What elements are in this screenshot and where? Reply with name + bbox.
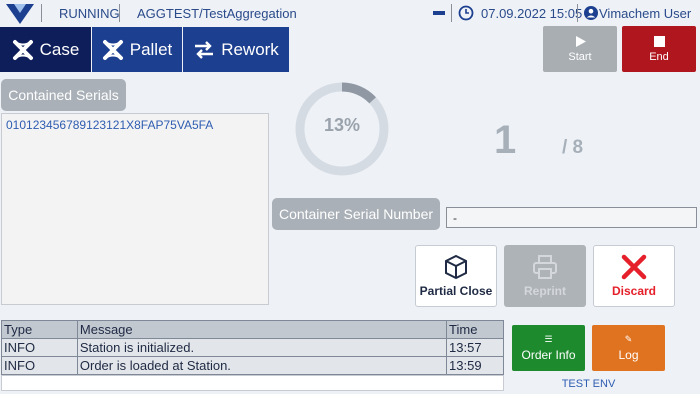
minimize-icon[interactable] — [433, 11, 445, 15]
close-icon — [621, 254, 647, 280]
swap-arrows-icon — [195, 40, 214, 59]
order-info-label: Order Info — [521, 348, 576, 362]
printer-icon — [533, 255, 557, 279]
item-total: / 8 — [562, 137, 584, 158]
order-info-button[interactable]: ☰ Order Info — [512, 325, 585, 371]
date-time: 07.09.2022 15:05 — [481, 6, 583, 21]
play-icon — [575, 35, 586, 47]
header-divider — [451, 4, 452, 22]
table-row[interactable]: INFO Station is initialized. 13:57 — [1, 338, 504, 357]
tab-rework-label: Rework — [221, 39, 279, 59]
column-header-time[interactable]: Time — [446, 320, 504, 339]
end-button[interactable]: End — [622, 26, 696, 72]
header-divider — [577, 4, 578, 22]
cell-message: Station is initialized. — [76, 338, 448, 357]
project-name: AGGTEST/TestAggregation — [137, 6, 297, 21]
table-header-row: Type Message Time — [1, 320, 504, 339]
stop-icon — [653, 35, 665, 47]
header-divider — [119, 4, 120, 22]
start-label: Start — [568, 50, 592, 63]
tab-rework[interactable]: Rework — [183, 27, 289, 72]
header-divider — [41, 4, 42, 22]
log-label: Log — [618, 348, 639, 362]
cell-message: Order is loaded at Station. — [76, 356, 448, 375]
cell-type: INFO — [1, 338, 78, 357]
discard-button[interactable]: Discard — [593, 245, 675, 307]
serials-list[interactable]: 010123456789123121X8FAP75VA5FA — [1, 113, 269, 305]
environment-label: TEST ENV — [561, 378, 616, 390]
tab-case[interactable]: Case — [0, 27, 91, 72]
progress-percent: 13% — [323, 115, 361, 135]
start-button[interactable]: Start — [543, 26, 617, 72]
tab-pallet[interactable]: Pallet — [92, 27, 182, 72]
contained-serials-title: Contained Serials — [1, 79, 126, 111]
reprint-label: Reprint — [524, 284, 566, 298]
station-status: RUNNING — [59, 6, 120, 21]
reprint-button[interactable]: Reprint — [504, 245, 586, 307]
end-label: End — [649, 50, 669, 63]
log-table: Type Message Time INFO Station is initia… — [1, 320, 504, 375]
partial-close-button[interactable]: Partial Close — [415, 245, 497, 307]
pallet-icon — [102, 39, 123, 60]
app-logo — [6, 4, 34, 24]
partial-close-label: Partial Close — [419, 284, 493, 298]
user-icon — [584, 6, 598, 20]
column-header-type[interactable]: Type — [1, 320, 78, 339]
clock-icon — [458, 5, 474, 21]
case-icon — [12, 39, 33, 60]
container-serial-label: Container Serial Number — [272, 198, 440, 230]
list-item[interactable]: 010123456789123121X8FAP75VA5FA — [6, 118, 264, 132]
column-header-message[interactable]: Message — [76, 320, 448, 339]
cell-type: INFO — [1, 356, 78, 375]
tab-pallet-label: Pallet — [129, 39, 173, 59]
cell-time: 13:57 — [446, 338, 504, 357]
item-count: 1 — [494, 118, 517, 162]
document-icon: ✎ — [624, 334, 633, 344]
box-icon — [445, 254, 467, 280]
cell-time: 13:59 — [446, 356, 504, 375]
tab-case-label: Case — [39, 39, 80, 59]
container-serial-input[interactable] — [446, 207, 697, 228]
log-button[interactable]: ✎ Log — [592, 325, 665, 371]
table-empty-area — [1, 375, 504, 391]
discard-label: Discard — [611, 284, 657, 298]
table-row[interactable]: INFO Order is loaded at Station. 13:59 — [1, 356, 504, 375]
user-name[interactable]: Vimachem User — [599, 6, 691, 21]
list-icon: ☰ — [544, 334, 553, 344]
